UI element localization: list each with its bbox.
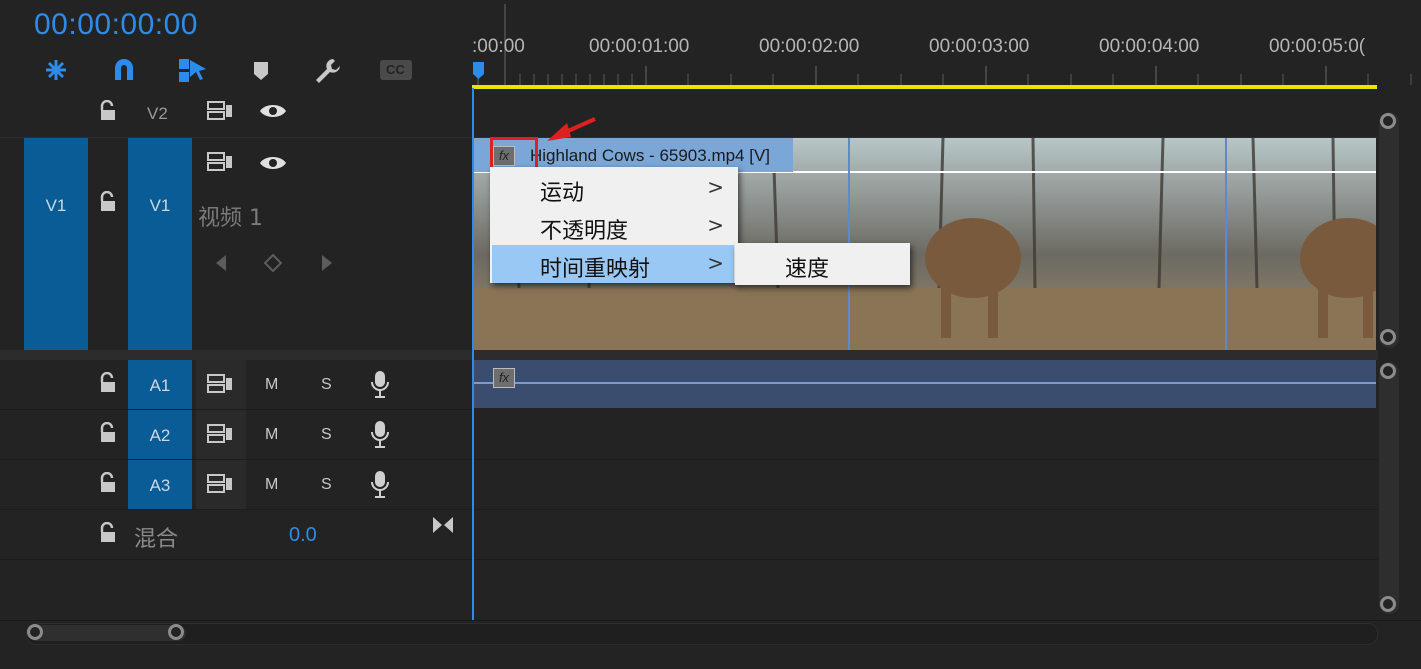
lock-icon[interactable] bbox=[98, 372, 120, 394]
mix-label: 混合 bbox=[134, 527, 179, 552]
lock-icon[interactable] bbox=[98, 100, 120, 122]
audio-level-line bbox=[473, 382, 1376, 384]
horizontal-scrollbar-thumb[interactable] bbox=[28, 625, 186, 641]
snap-magnet-icon[interactable] bbox=[110, 56, 138, 84]
lock-icon[interactable] bbox=[98, 472, 120, 494]
scroll-knob-bottom[interactable] bbox=[1380, 329, 1396, 345]
audio-clip[interactable]: fx bbox=[473, 360, 1376, 408]
track-v2-label[interactable]: V2 bbox=[147, 104, 168, 124]
current-timecode[interactable]: 00:00:00:00 bbox=[34, 8, 198, 42]
track-target-a3[interactable]: A3 bbox=[128, 460, 192, 509]
menu-item-label: 速度 bbox=[785, 257, 830, 282]
submenu-arrow-icon: > bbox=[707, 251, 724, 275]
track-target-label: A3 bbox=[149, 476, 171, 495]
track-v1: V1 V1 视频 1 bbox=[0, 138, 472, 350]
menu-item-opacity[interactable]: 不透明度 > bbox=[490, 207, 738, 245]
add-keyframe-icon[interactable] bbox=[264, 254, 282, 272]
lock-icon[interactable] bbox=[98, 522, 120, 544]
scroll-knob-left[interactable] bbox=[27, 624, 43, 640]
horizontal-scrollbar-track[interactable] bbox=[26, 623, 1378, 645]
video-audio-divider[interactable] bbox=[0, 350, 1378, 360]
sync-lock-button[interactable] bbox=[196, 360, 246, 409]
playhead-handle bbox=[473, 62, 484, 79]
track-name[interactable]: 视频 1 bbox=[198, 200, 263, 232]
time-ruler[interactable]: :00:00 00:00:01:00 00:00:02:00 00:00:03:… bbox=[472, 0, 1421, 90]
ruler-label-0: :00:00 bbox=[472, 36, 525, 57]
next-keyframe-icon[interactable] bbox=[320, 254, 334, 272]
nest-icon[interactable] bbox=[42, 56, 70, 84]
menu-item-time-remapping[interactable]: 时间重映射 > bbox=[492, 245, 734, 283]
submenu-arrow-icon: > bbox=[707, 213, 724, 237]
ruler-label-4: 00:00:04:00 bbox=[1099, 36, 1200, 57]
mute-button[interactable]: M bbox=[265, 426, 278, 444]
track-target-label: V1 bbox=[149, 196, 171, 215]
mute-button[interactable]: M bbox=[265, 476, 278, 494]
scroll-knob-top[interactable] bbox=[1380, 113, 1396, 129]
microphone-icon[interactable] bbox=[371, 420, 389, 448]
source-patch-label: V1 bbox=[45, 196, 67, 215]
submenu: 速度 bbox=[735, 243, 910, 285]
audio-vertical-scrollbar[interactable] bbox=[1379, 362, 1399, 614]
context-menu: 运动 > 不透明度 > 时间重映射 > bbox=[490, 167, 738, 283]
scroll-knob-top[interactable] bbox=[1380, 363, 1396, 379]
scroll-knob-bottom[interactable] bbox=[1380, 596, 1396, 612]
sync-lock-icon bbox=[207, 424, 233, 444]
microphone-icon[interactable] bbox=[371, 370, 389, 398]
sync-lock-icon bbox=[207, 474, 233, 494]
menu-item-label: 运动 bbox=[540, 181, 585, 206]
clip-name: Highland Cows - 65903.mp4 [V] bbox=[530, 146, 771, 165]
track-target-a2[interactable]: A2 bbox=[128, 410, 192, 459]
bowtie-icon[interactable] bbox=[432, 516, 454, 534]
solo-button[interactable]: S bbox=[321, 426, 332, 444]
scroll-knob-right[interactable] bbox=[168, 624, 184, 640]
lock-icon[interactable] bbox=[98, 422, 120, 444]
ruler-label-2: 00:00:02:00 bbox=[759, 36, 860, 57]
ruler-label-5: 00:00:05:0( bbox=[1269, 36, 1366, 57]
solo-button[interactable]: S bbox=[321, 376, 332, 394]
track-target-v1[interactable]: V1 bbox=[128, 138, 192, 350]
ruler-label-3: 00:00:03:00 bbox=[929, 36, 1030, 57]
menu-item-speed[interactable]: 速度 bbox=[735, 245, 910, 283]
sync-lock-icon bbox=[207, 374, 233, 394]
track-target-a1[interactable]: A1 bbox=[128, 360, 192, 409]
sync-lock-icon[interactable] bbox=[207, 101, 233, 121]
menu-item-label: 时间重映射 bbox=[540, 257, 651, 282]
sync-lock-button[interactable] bbox=[196, 410, 246, 459]
submenu-arrow-icon: > bbox=[707, 175, 724, 199]
fx-badge[interactable]: fx bbox=[493, 368, 515, 388]
lock-icon[interactable] bbox=[98, 191, 120, 213]
linked-selection-icon[interactable] bbox=[178, 56, 206, 84]
marker-icon[interactable] bbox=[250, 56, 278, 84]
eye-icon[interactable] bbox=[259, 154, 287, 172]
ruler-label-1: 00:00:01:00 bbox=[589, 36, 690, 57]
playhead-line[interactable] bbox=[472, 88, 474, 620]
track-target-label: A1 bbox=[149, 376, 171, 395]
menu-item-label: 不透明度 bbox=[540, 219, 629, 244]
track-mix: 混合 0.0 bbox=[0, 510, 1378, 560]
eye-icon[interactable] bbox=[259, 102, 287, 120]
video-vertical-scrollbar[interactable] bbox=[1379, 112, 1399, 348]
sync-lock-button[interactable] bbox=[196, 460, 246, 509]
track-a3: A3 M S bbox=[0, 460, 1378, 510]
sync-lock-icon[interactable] bbox=[207, 152, 233, 172]
track-target-label: A2 bbox=[149, 426, 171, 445]
mute-button[interactable]: M bbox=[265, 376, 278, 394]
mix-volume-value[interactable]: 0.0 bbox=[289, 524, 317, 547]
red-arrow-icon bbox=[543, 115, 599, 145]
menu-item-motion[interactable]: 运动 > bbox=[490, 169, 738, 207]
prev-keyframe-icon[interactable] bbox=[214, 254, 228, 272]
microphone-icon[interactable] bbox=[371, 470, 389, 498]
source-patch-v1[interactable]: V1 bbox=[24, 138, 88, 350]
track-a1: A1 M S bbox=[0, 360, 472, 410]
captions-icon[interactable]: CC bbox=[380, 60, 412, 80]
track-v2: V2 bbox=[0, 88, 1378, 138]
captions-label: CC bbox=[386, 62, 405, 77]
wrench-icon[interactable] bbox=[313, 56, 341, 84]
solo-button[interactable]: S bbox=[321, 476, 332, 494]
track-a2: A2 M S bbox=[0, 410, 1378, 460]
